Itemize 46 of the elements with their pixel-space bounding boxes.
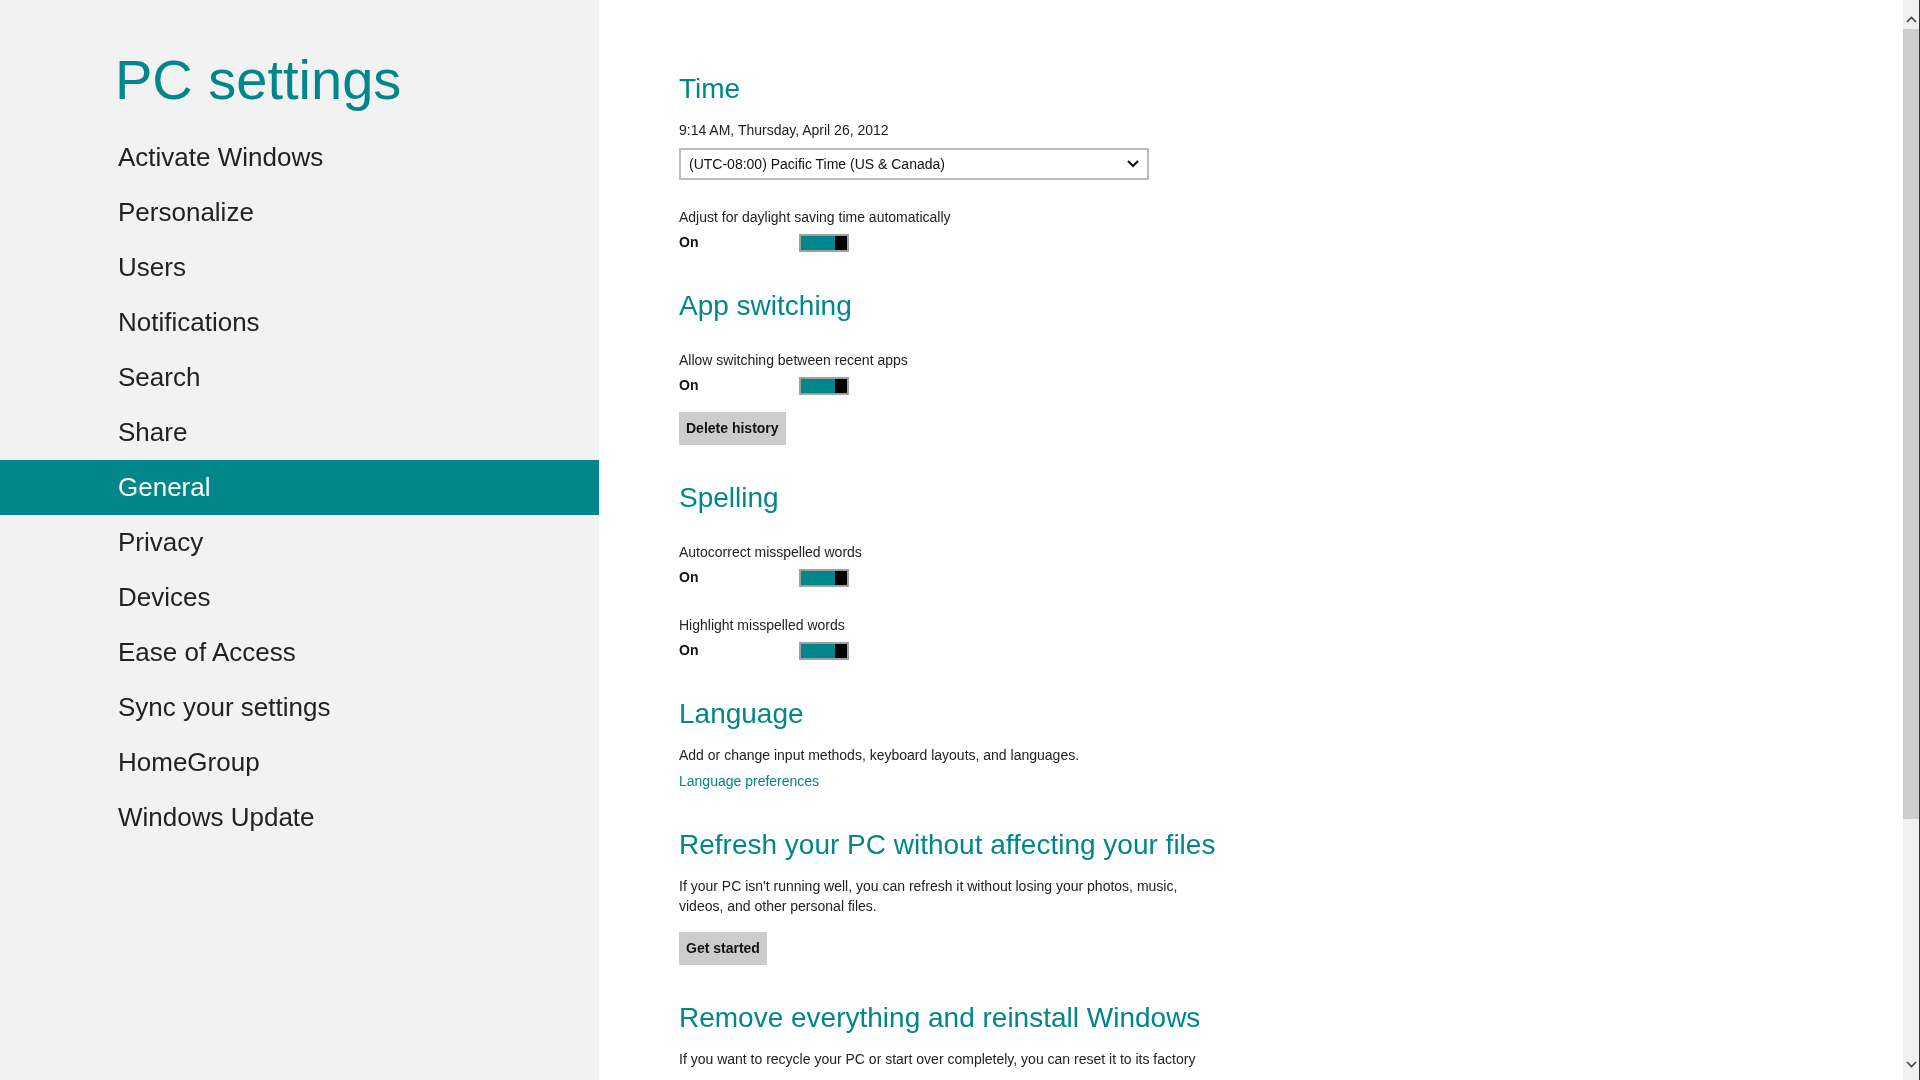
- toggle-state: On: [679, 376, 700, 395]
- toggle-state: On: [679, 568, 700, 587]
- section-heading: Time: [679, 72, 742, 106]
- nav-item[interactable]: Share: [0, 405, 599, 460]
- preferences-link[interactable]: Language preferences: [679, 771, 820, 792]
- action-button[interactable]: Delete history: [679, 412, 786, 445]
- nav-item[interactable]: Devices: [0, 570, 599, 625]
- nav-item[interactable]: General: [0, 460, 599, 515]
- toggle-switch[interactable]: [799, 568, 849, 587]
- section-heading: App switching: [679, 289, 853, 323]
- page-title: PC settings: [115, 47, 403, 113]
- toggle-switch[interactable]: [799, 233, 849, 252]
- nav-item[interactable]: Personalize: [0, 185, 599, 240]
- dropdown-value: (UTC-08:00) Pacific Time (US & Canada): [689, 154, 945, 174]
- description-text: Add or change input methods, keyboard layouts, and languages.: [679, 746, 1081, 765]
- toggle-switch[interactable]: [799, 641, 849, 660]
- nav-item[interactable]: Sync your settings: [0, 680, 599, 735]
- section-heading: Refresh your PC without affecting your files: [679, 828, 1217, 862]
- nav-item[interactable]: Search: [0, 350, 599, 405]
- action-button[interactable]: Get started: [679, 932, 767, 965]
- chevron-up-icon[interactable]: [1905, 16, 1917, 23]
- description-text: If your PC isn't running well, you can refresh it without losing your photos, music, videos, and other personal files.: [679, 877, 1179, 916]
- description-text: 9:14 AM, Thursday, April 26, 2012: [679, 121, 890, 140]
- toggle-label: Allow switching between recent apps: [679, 351, 909, 369]
- scrollbar[interactable]: [1903, 0, 1920, 1080]
- toggle-label: Highlight misspelled words: [679, 616, 846, 634]
- nav-item[interactable]: Notifications: [0, 295, 599, 350]
- description-text: If you want to recycle your PC or start over completely, you can reset it to its factory: [679, 1050, 1197, 1069]
- toggle-switch[interactable]: [799, 376, 849, 395]
- nav-item[interactable]: Activate Windows: [0, 130, 599, 185]
- section-heading: Spelling: [679, 481, 780, 515]
- nav-item[interactable]: HomeGroup: [0, 735, 599, 790]
- toggle-state: On: [679, 233, 700, 252]
- nav-item[interactable]: Users: [0, 240, 599, 295]
- toggle-label: Autocorrect misspelled words: [679, 543, 863, 561]
- toggle-state: On: [679, 641, 700, 660]
- section-heading: Remove everything and reinstall Windows: [679, 1001, 1202, 1035]
- scrollbar-thumb[interactable]: [1903, 29, 1919, 819]
- nav-item[interactable]: Windows Update: [0, 790, 599, 845]
- nav-item[interactable]: Ease of Access: [0, 625, 599, 680]
- section-heading: Language: [679, 697, 805, 731]
- chevron-down-icon: [1127, 160, 1139, 168]
- timezone-dropdown[interactable]: (UTC-08:00) Pacific Time (US & Canada): [679, 148, 1149, 180]
- chevron-down-icon[interactable]: [1905, 1061, 1917, 1068]
- nav-item[interactable]: Privacy: [0, 515, 599, 570]
- toggle-label: Adjust for daylight saving time automatically: [679, 208, 952, 226]
